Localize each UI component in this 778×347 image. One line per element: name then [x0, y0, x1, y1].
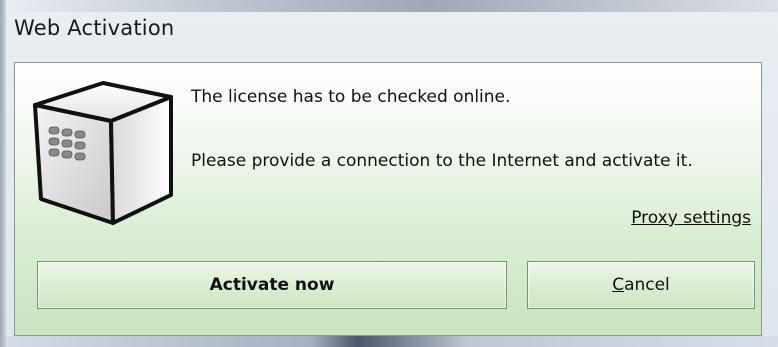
background-window-chrome	[0, 0, 778, 12]
license-device-icon	[27, 77, 179, 227]
window-title: Web Activation	[14, 16, 175, 40]
activate-now-label: Activate now	[209, 275, 335, 295]
cancel-label: Cancel	[612, 275, 670, 295]
license-check-message: The license has to be checked online.	[191, 87, 511, 107]
window-edge	[0, 0, 6, 347]
background-window-chrome-bottom	[0, 336, 778, 347]
proxy-settings-link[interactable]: Proxy settings	[631, 208, 751, 228]
activate-now-button[interactable]: Activate now	[37, 261, 507, 309]
connection-instruction-message: Please provide a connection to the Inter…	[191, 151, 693, 171]
cancel-button[interactable]: Cancel	[527, 261, 755, 309]
activation-panel: The license has to be checked online. Pl…	[14, 62, 762, 336]
